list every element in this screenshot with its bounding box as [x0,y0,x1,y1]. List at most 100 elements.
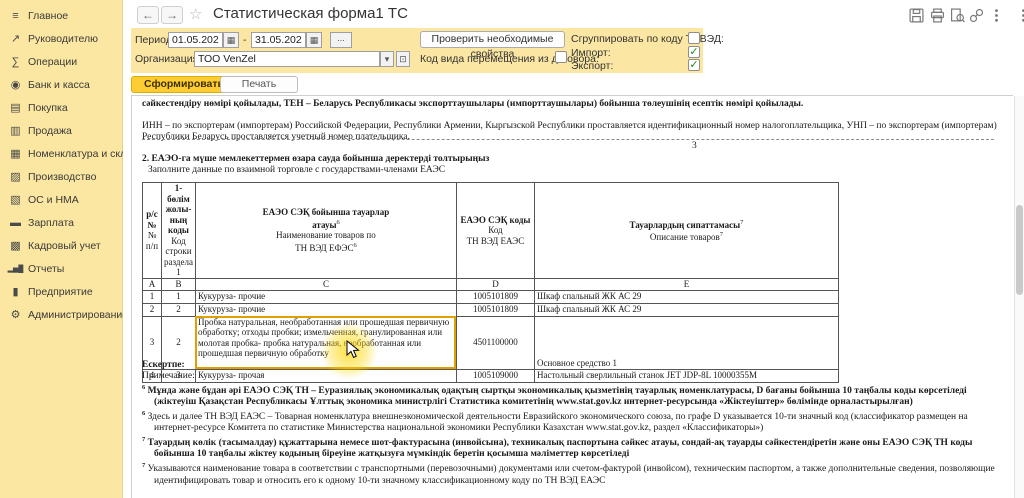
back-button[interactable]: ← [137,6,159,24]
letter-cell[interactable]: С [195,278,456,290]
page-number: 3 [692,141,697,151]
cell-tn-code[interactable]: 1005101809 [456,303,534,316]
print-button[interactable]: Печать [220,76,298,93]
sidebar-item-label: Производство [28,171,96,183]
period-more-button[interactable]: ... [330,32,352,48]
sidebar-item-label: Банк и касса [28,79,90,91]
footnote-marker: 7 [142,436,145,443]
sidebar-item-salary[interactable]: ▬Зарплата [0,211,122,234]
calendar-icon[interactable]: ▦ [306,32,322,48]
footnote-text: Тауардың көлік (тасымалдау) құжаттарына … [148,438,973,459]
header-text: Код строки раздела 1 [164,236,193,278]
sidebar-item-nomenclature[interactable]: ▦Номенклатура и склад [0,142,122,165]
letter-cell[interactable]: В [162,278,196,290]
sidebar-item-enterprise[interactable]: ▮Предприятие [0,280,122,303]
sidebar-item-label: Руководителю [28,33,98,45]
sidebar-item-label: Покупка [28,102,68,114]
open-item-icon[interactable]: ⊡ [396,51,410,67]
sidebar-item-admin[interactable]: ⚙Администрирование [0,303,122,326]
letter-cell[interactable]: Е [534,278,838,290]
sidebar-item-hr[interactable]: ▩Кадровый учет [0,234,122,257]
cell-description[interactable]: Шкаф спальный ЖК АС 29 [534,303,838,316]
table-row: 1 1 Кукуруза- прочие 1005101809 Шкаф спа… [143,290,839,303]
table-header-code[interactable]: ЕАЭО СЭҚ кодыКод ТН ВЭД ЕАЭС [456,183,534,279]
forward-button[interactable]: → [161,6,183,24]
table-header-row-code[interactable]: 1-бөлім жолы- ның кодыКод строки раздела… [162,183,196,279]
sidebar-item-bank[interactable]: ◉Банк и касса [0,73,122,96]
footnote-7-kz: 7 Тауардың көлік (тасымалдау) құжаттарын… [142,434,1008,460]
gear-icon: ⚙ [7,308,24,321]
cell-num[interactable]: 2 [143,303,162,316]
favorite-star-icon[interactable]: ☆ [189,5,202,23]
letter-cell[interactable]: А [143,278,162,290]
page-title: Статистическая форма1 ТС [213,5,408,22]
sidebar-item-production[interactable]: ▨Производство [0,165,122,188]
cell-num[interactable]: 1 [143,290,162,303]
sidebar-item-label: Отчеты [28,263,64,275]
chevron-down-icon[interactable]: ▾ [380,51,394,67]
scrollbar-thumb[interactable] [1016,205,1023,295]
export-label: Экспорт: [571,60,613,72]
cell-tn-code[interactable]: 1005101809 [456,290,534,303]
cart-icon: ▤ [7,101,24,114]
cell-description[interactable]: Шкаф спальный ЖК АС 29 [534,290,838,303]
footnote-ref: 7 [740,219,743,226]
footnote-text: Указываются наименование товара в соотве… [148,465,995,486]
section-title-ru: Заполните данные по взаимной торговле с … [148,165,445,175]
truck-icon: ▧ [7,193,24,206]
sidebar-item-home[interactable]: ≡Главное [0,4,122,27]
header-text: Наименование товаров по ТН ВЭД ЕФЭС [276,230,376,253]
document-view: сәйкестендіру нөмірі қойылады, ТЕН – Бел… [131,95,1013,498]
period-from-input[interactable] [168,32,223,48]
sidebar-item-label: ОС и НМА [28,194,79,206]
table-letter-row: А В С D Е [143,278,839,290]
import-checkbox[interactable]: ✓ [688,46,700,58]
export-checkbox[interactable]: ✓ [688,59,700,71]
footnote-text: Мұнда және бұдан әрі ЕАЭО СЭҚ ТН – Еураз… [148,386,967,407]
check-properties-button[interactable]: Проверить необходимые свойства [420,31,565,48]
movement-code-checkbox[interactable] [555,51,567,63]
header-text: Описание товаров [650,232,720,242]
period-to-input[interactable] [251,32,306,48]
group-by-code-checkbox[interactable] [688,32,700,44]
save-icon[interactable] [909,8,924,23]
sidebar-item-fixed-assets[interactable]: ▧ ОС и НМА [0,188,122,211]
more-menu-icon[interactable] [989,8,1004,23]
sidebar-item-operations[interactable]: ∑ Операции [0,50,122,73]
header-text: Код ТН ВЭД ЕАЭС [467,225,525,246]
sidebar-item-manager[interactable]: ↗Руководителю [0,27,122,50]
organization-input[interactable] [194,51,380,67]
cell-name[interactable]: Кукуруза- прочие [195,290,456,303]
cell-row-code[interactable]: 1 [162,290,196,303]
link-icon[interactable] [969,8,984,23]
table-header-num[interactable]: р/с №№ п/п [143,183,162,279]
period-dash: - [243,34,247,46]
header-text: р/с № [146,209,158,230]
sidebar-item-purchase[interactable]: ▤ Покупка [0,96,122,119]
more-menu-icon[interactable] [1016,8,1024,23]
footnote-6-ru: 6 Здесь и далее ТН ВЭД ЕАЭС – Товарная н… [142,408,1008,434]
vertical-scrollbar[interactable] [1014,96,1024,498]
bar-chart-icon: ▂▅█ [7,265,24,273]
sidebar-item-label: Операции [28,56,77,68]
calendar-icon[interactable]: ▦ [223,32,239,48]
cell-row-code[interactable]: 2 [162,303,196,316]
notes-title-kz: Ескертпе: [142,360,1008,371]
sidebar-item-reports[interactable]: ▂▅█ Отчеты [0,257,122,280]
footnote-marker: 6 [142,410,145,417]
table-header-name[interactable]: ЕАЭО СЭҚ бойынша тауарлар атауы6Наименов… [195,183,456,279]
parameters-panel: Период: ▦ - ▦ ... Проверить необходимые … [131,28,703,73]
preview-icon[interactable] [950,8,965,23]
letter-cell[interactable]: D [456,278,534,290]
intro-paragraph-kz: сәйкестендіру нөмірі қойылады, ТЕН – Бел… [142,99,998,110]
cell-name[interactable]: Кукуруза- прочие [195,303,456,316]
sidebar-item-label: Номенклатура и склад [28,148,138,160]
operations-icon: ∑ [7,56,24,68]
header-text: 1-бөлім жолы- ның коды [166,183,192,235]
sidebar-item-label: Предприятие [28,286,93,298]
table-header-description[interactable]: Тауарлардың сипаттамасы7Описание товаров… [534,183,838,279]
people-icon: ▩ [7,239,24,252]
print-icon[interactable] [930,8,945,23]
sidebar-item-sales[interactable]: ▥Продажа [0,119,122,142]
sidebar: ≡Главное ↗Руководителю ∑ Операции ◉Банк и… [0,0,123,498]
